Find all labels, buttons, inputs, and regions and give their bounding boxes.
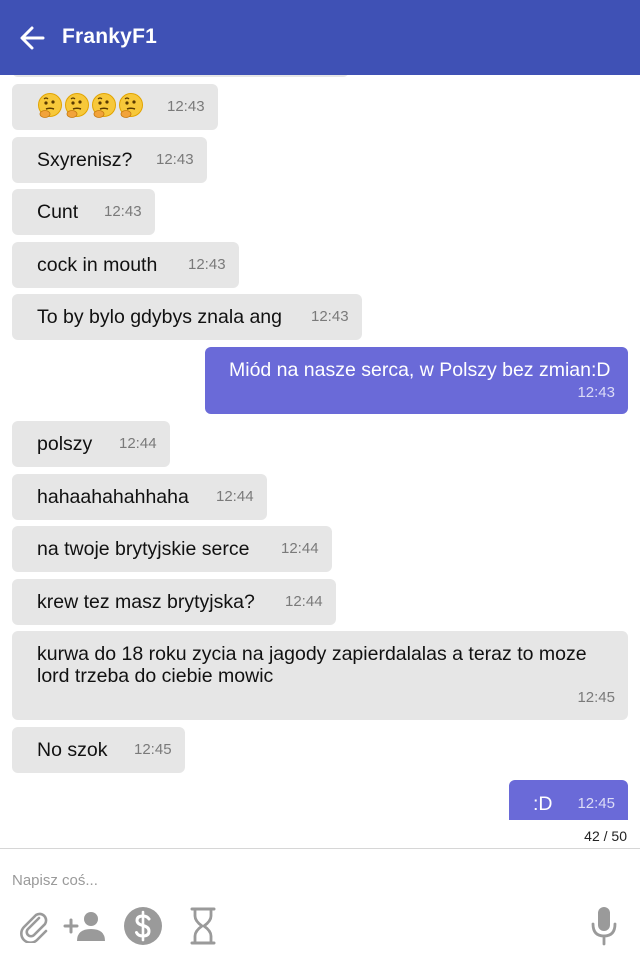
message-text: cock in mouth xyxy=(37,254,158,276)
message-text: To by bylo gdybys znala ang xyxy=(37,306,282,328)
message-bubble-incoming: cock in mouth 12:43 xyxy=(12,242,239,288)
message-text: na twoje brytyjskie serce xyxy=(37,538,250,560)
microphone-icon xyxy=(591,907,617,946)
add-person-icon xyxy=(63,912,105,941)
message-time: 12:45 xyxy=(577,795,615,812)
message-bubble-incoming: No szok 12:45 xyxy=(12,727,185,773)
message-time: 12:43 xyxy=(311,308,349,325)
message-bubble-incoming: kurwa do 18 roku zycia na jagody zapierd… xyxy=(12,631,628,720)
add-contact-button[interactable] xyxy=(62,904,110,948)
top-bar: FrankyF1 xyxy=(0,0,640,75)
message-bubble-incoming: Cunt 12:43 xyxy=(12,189,155,235)
message-bubble-incoming: na twoje brytyjskie serce 12:44 xyxy=(12,526,332,572)
chat-title: FrankyF1 xyxy=(62,25,157,48)
message-bubble-incoming: Sxyrenisz? 12:43 xyxy=(12,137,207,183)
message-text: krew tez masz brytyjska? xyxy=(37,591,255,613)
message-time: 12:43 xyxy=(167,98,205,115)
message-text: Sxyrenisz? xyxy=(37,149,133,171)
message-text: Miód na nasze serca, w Polszy bez zmian:… xyxy=(229,359,611,381)
message-text-line: kurwa do 18 roku zycia na jagody zapierd… xyxy=(37,643,587,665)
message-text: :D xyxy=(533,793,553,815)
message-list[interactable]: 12:43 Sxyrenisz? 12:43 Cunt 12:43 cock i… xyxy=(0,75,640,820)
message-time: 12:43 xyxy=(577,384,615,401)
message-time: 12:43 xyxy=(156,151,194,168)
message-bubble-outgoing: :D 12:45 xyxy=(509,780,628,820)
message-time: 12:45 xyxy=(577,689,615,706)
message-bubble-outgoing: Miód na nasze serca, w Polszy bez zmian:… xyxy=(205,347,628,414)
message-bubble-incoming: 12:43 xyxy=(12,84,218,130)
message-time: 12:43 xyxy=(188,256,226,273)
emoji-thinking-row xyxy=(37,92,144,122)
message-time: 12:44 xyxy=(281,540,319,557)
payment-button[interactable] xyxy=(121,904,165,948)
message-time: 12:44 xyxy=(216,488,254,505)
message-bubble-incoming: hahaahahahhaha 12:44 xyxy=(12,474,267,520)
message-time: 12:44 xyxy=(285,593,323,610)
voice-record-button[interactable] xyxy=(582,904,626,948)
message-text: polszy xyxy=(37,433,93,455)
paperclip-icon xyxy=(20,912,48,943)
message-bubble-incoming: krew tez masz brytyjska? 12:44 xyxy=(12,579,336,625)
message-bubble-incoming: polszy 12:44 xyxy=(12,421,170,467)
thinking-face-icon xyxy=(92,93,116,118)
message-counter: 42 / 50 xyxy=(584,828,627,844)
message-bubble-incoming: To by bylo gdybys znala ang 12:43 xyxy=(12,294,362,340)
hourglass-icon xyxy=(190,907,216,945)
message-time: 12:44 xyxy=(119,435,157,452)
attach-button[interactable] xyxy=(12,904,56,948)
message-bubble-partial xyxy=(12,75,349,77)
message-text-line: lord trzeba do ciebie mowic xyxy=(37,665,274,687)
thinking-face-icon xyxy=(119,93,143,118)
dollar-coin-icon xyxy=(124,907,162,945)
thinking-face-icon xyxy=(65,93,89,118)
message-time: 12:43 xyxy=(104,203,142,220)
back-button[interactable] xyxy=(14,20,50,56)
message-text: hahaahahahhaha xyxy=(37,486,189,508)
message-input[interactable] xyxy=(12,870,572,890)
arrow-left-icon xyxy=(20,26,45,50)
message-text: Cunt xyxy=(37,201,79,223)
thinking-face-icon xyxy=(38,93,62,118)
message-time: 12:45 xyxy=(134,741,172,758)
timer-button[interactable] xyxy=(181,904,225,948)
message-text: No szok xyxy=(37,739,108,761)
divider xyxy=(0,848,640,849)
